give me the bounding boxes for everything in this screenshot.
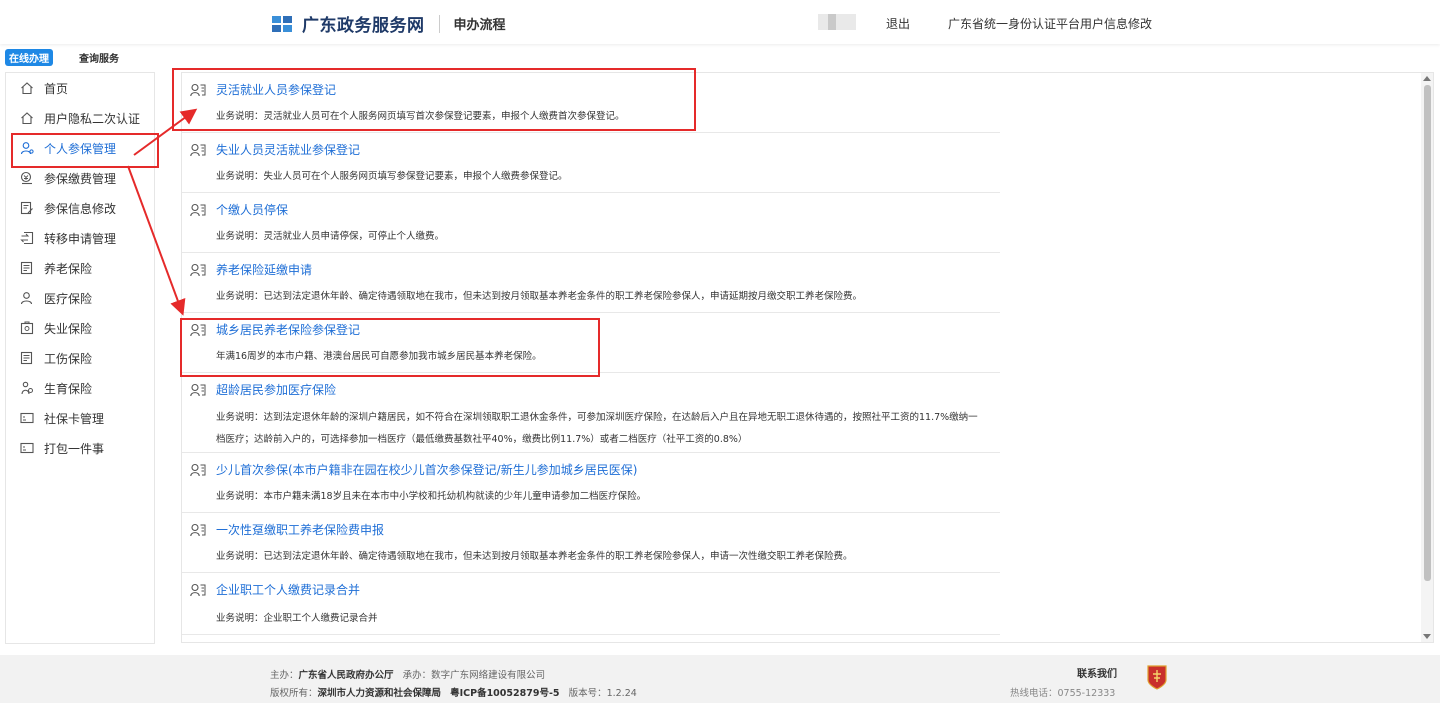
- service-desc: 业务说明：本市户籍未满18岁且未在本市中小学校和托幼机构就读的少年儿童申请参加二…: [216, 491, 647, 502]
- sidebar-item-maternity[interactable]: 生育保险: [6, 373, 154, 403]
- sidebar-item-unemployment[interactable]: 失业保险: [6, 313, 154, 343]
- list-item: 灵活就业人员参保登记 业务说明：灵活就业人员可在个人服务网页填写首次参保登记要素…: [182, 73, 1000, 133]
- footer-copyright-line: 版权所有：深圳市人力资源和社会保障局 粤ICP备10052879号-5 版本号：…: [270, 688, 637, 699]
- sidebar-item-info-edit[interactable]: 参保信息修改: [6, 193, 154, 223]
- header-divider: [438, 14, 440, 33]
- scroll-up-icon[interactable]: [1423, 76, 1431, 81]
- home-icon: [21, 112, 33, 125]
- sidebar-item-social-card[interactable]: 社保卡管理: [6, 403, 154, 433]
- sidebar-item-injury[interactable]: 工伤保险: [6, 343, 154, 373]
- user-card-icon: [190, 263, 206, 276]
- sidebar-item-home[interactable]: 首页: [6, 73, 154, 103]
- user-card-icon: [190, 383, 206, 396]
- medical-icon: [20, 292, 33, 305]
- footer: 主办：广东省人民政府办公厅 承办：数字广东网络建设有限公司 版权所有：深圳市人力…: [0, 655, 1440, 703]
- document-icon: [20, 261, 33, 275]
- home-icon: [21, 82, 33, 95]
- service-title: 失业人员灵活就业参保登记: [216, 143, 361, 157]
- sidebar-item-transfer[interactable]: 转移申请管理: [6, 223, 154, 253]
- sidebar-item-payment[interactable]: 参保缴费管理: [6, 163, 154, 193]
- service-link[interactable]: 少儿首次参保(本市户籍非在园在校少儿首次参保登记/新生儿参加城乡居民医保): [190, 461, 637, 478]
- unemployment-icon: [20, 321, 34, 335]
- list-item: 养老保险延缴申请 业务说明：已达到法定退休年龄、确定待遇领取地在我市，但未达到按…: [182, 253, 1000, 313]
- service-title: 养老保险延缴申请: [216, 263, 313, 277]
- service-title: 个缴人员停保: [216, 203, 289, 217]
- sidebar-item-privacy-auth[interactable]: 用户隐私二次认证: [6, 103, 154, 133]
- gov-logo-icon: [272, 15, 292, 32]
- document-icon: [20, 351, 33, 365]
- transfer-icon: [20, 231, 34, 245]
- contact-us-title: 联系我们: [1077, 669, 1117, 680]
- sidebar: 首页 用户隐私二次认证 个人参保管理 参保缴费管理 参保信息修改 转移申请管理 …: [5, 72, 155, 644]
- scrollbar[interactable]: [1421, 73, 1433, 642]
- site-logo[interactable]: 广东政务服务网 申办流程: [270, 11, 506, 36]
- list-item: 超龄居民参加医疗保险 业务说明：达到法定退休年龄的深圳户籍居民，如不符合在深圳领…: [182, 373, 1000, 453]
- service-desc: 业务说明：企业职工个人缴费记录合并: [216, 613, 378, 624]
- user-card-icon: [190, 323, 206, 336]
- sidebar-item-pension[interactable]: 养老保险: [6, 253, 154, 283]
- user-icon: [20, 142, 34, 155]
- edit-icon: [20, 201, 33, 215]
- user-card-icon: [190, 583, 206, 596]
- sidebar-item-personal-insurance[interactable]: 个人参保管理: [6, 133, 154, 163]
- service-link[interactable]: 失业人员灵活就业参保登记: [190, 141, 360, 158]
- service-list: 灵活就业人员参保登记 业务说明：灵活就业人员可在个人服务网页填写首次参保登记要素…: [181, 72, 1434, 643]
- header: 广东政务服务网 申办流程 退出 广东省统一身份认证平台用户信息修改: [0, 0, 1440, 44]
- service-link[interactable]: 个缴人员停保: [190, 201, 288, 218]
- header-subtitle: 申办流程: [453, 18, 506, 33]
- footer-sponsor-line: 主办：广东省人民政府办公厅 承办：数字广东网络建设有限公司: [270, 670, 546, 681]
- service-desc: 业务说明：灵活就业人员申请停保，可停止个人缴费。: [216, 231, 445, 242]
- logout-link[interactable]: 退出: [886, 15, 910, 32]
- user-card-icon: [190, 143, 206, 156]
- user-avatar[interactable]: [818, 14, 856, 30]
- card-icon: [20, 412, 34, 424]
- service-title: 少儿首次参保(本市户籍非在园在校少儿首次参保登记/新生儿参加城乡居民医保): [216, 463, 638, 477]
- service-link[interactable]: 超龄居民参加医疗保险: [190, 381, 336, 398]
- service-desc: 业务说明：灵活就业人员可在个人服务网页填写首次参保登记要素，申报个人缴费首次参保…: [216, 111, 625, 122]
- service-link[interactable]: 企业职工个人缴费记录合并: [190, 581, 360, 598]
- sidebar-item-medical[interactable]: 医疗保险: [6, 283, 154, 313]
- service-title: 一次性趸缴职工养老保险费申报: [216, 523, 385, 537]
- list-item: 一次性趸缴职工养老保险费申报 业务说明：已达到法定退休年龄、确定待遇领取地在我市…: [182, 513, 1000, 573]
- scroll-down-icon[interactable]: [1423, 634, 1431, 639]
- service-desc: 业务说明：达到法定退休年龄的深圳户籍居民，如不符合在深圳领取职工退休金条件，可参…: [216, 412, 978, 445]
- service-desc: 年满16周岁的本市户籍、港澳台居民可自愿参加我市城乡居民基本养老保险。: [216, 351, 542, 362]
- gov-emblem-icon[interactable]: [1146, 664, 1168, 690]
- service-link[interactable]: 灵活就业人员参保登记: [190, 81, 336, 98]
- sidebar-item-package[interactable]: 打包一件事: [6, 433, 154, 463]
- user-card-icon: [190, 83, 206, 96]
- maternity-icon: [21, 381, 33, 395]
- hotline-text: 热线电话：0755-12333: [1010, 688, 1116, 699]
- service-link[interactable]: 城乡居民养老保险参保登记: [190, 321, 360, 338]
- scroll-thumb[interactable]: [1424, 85, 1431, 581]
- service-title: 企业职工个人缴费记录合并: [216, 583, 361, 597]
- list-item: 企业职工个人缴费记录合并 业务说明：企业职工个人缴费记录合并: [182, 573, 1000, 635]
- service-title: 灵活就业人员参保登记: [216, 83, 337, 97]
- list-item: 失业人员灵活就业参保登记 业务说明：失业人员可在个人服务网页填写参保登记要素，申…: [182, 133, 1000, 193]
- service-desc: 业务说明：已达到法定退休年龄、确定待遇领取地在我市，但未达到按月领取基本养老金条…: [216, 291, 863, 302]
- user-card-icon: [190, 523, 206, 536]
- service-desc: 业务说明：已达到法定退休年龄、确定待遇领取地在我市，但未达到按月领取基本养老金条…: [216, 551, 853, 562]
- site-name: 广东政务服务网: [302, 16, 425, 36]
- user-card-icon: [190, 463, 206, 476]
- tab-online[interactable]: 在线办理: [5, 48, 53, 66]
- list-item: 个缴人员停保 业务说明：灵活就业人员申请停保，可停止个人缴费。: [182, 193, 1000, 253]
- list-item: 少儿首次参保(本市户籍非在园在校少儿首次参保登记/新生儿参加城乡居民医保) 业务…: [182, 453, 1000, 513]
- card-icon: [20, 442, 34, 454]
- service-desc: 业务说明：失业人员可在个人服务网页填写参保登记要素，申报个人缴费参保登记。: [216, 171, 568, 182]
- service-tabs: 在线办理 查询服务: [5, 48, 143, 66]
- service-title: 城乡居民养老保险参保登记: [216, 323, 361, 337]
- service-title: 超龄居民参加医疗保险: [216, 383, 337, 397]
- tab-query[interactable]: 查询服务: [75, 49, 123, 66]
- service-link[interactable]: 一次性趸缴职工养老保险费申报: [190, 521, 384, 538]
- auth-platform-link[interactable]: 广东省统一身份认证平台用户信息修改: [948, 15, 1152, 32]
- list-item: 城乡居民养老保险参保登记 年满16周岁的本市户籍、港澳台居民可自愿参加我市城乡居…: [182, 313, 1000, 373]
- payment-icon: [20, 171, 32, 185]
- service-link[interactable]: 养老保险延缴申请: [190, 261, 312, 278]
- user-card-icon: [190, 203, 206, 216]
